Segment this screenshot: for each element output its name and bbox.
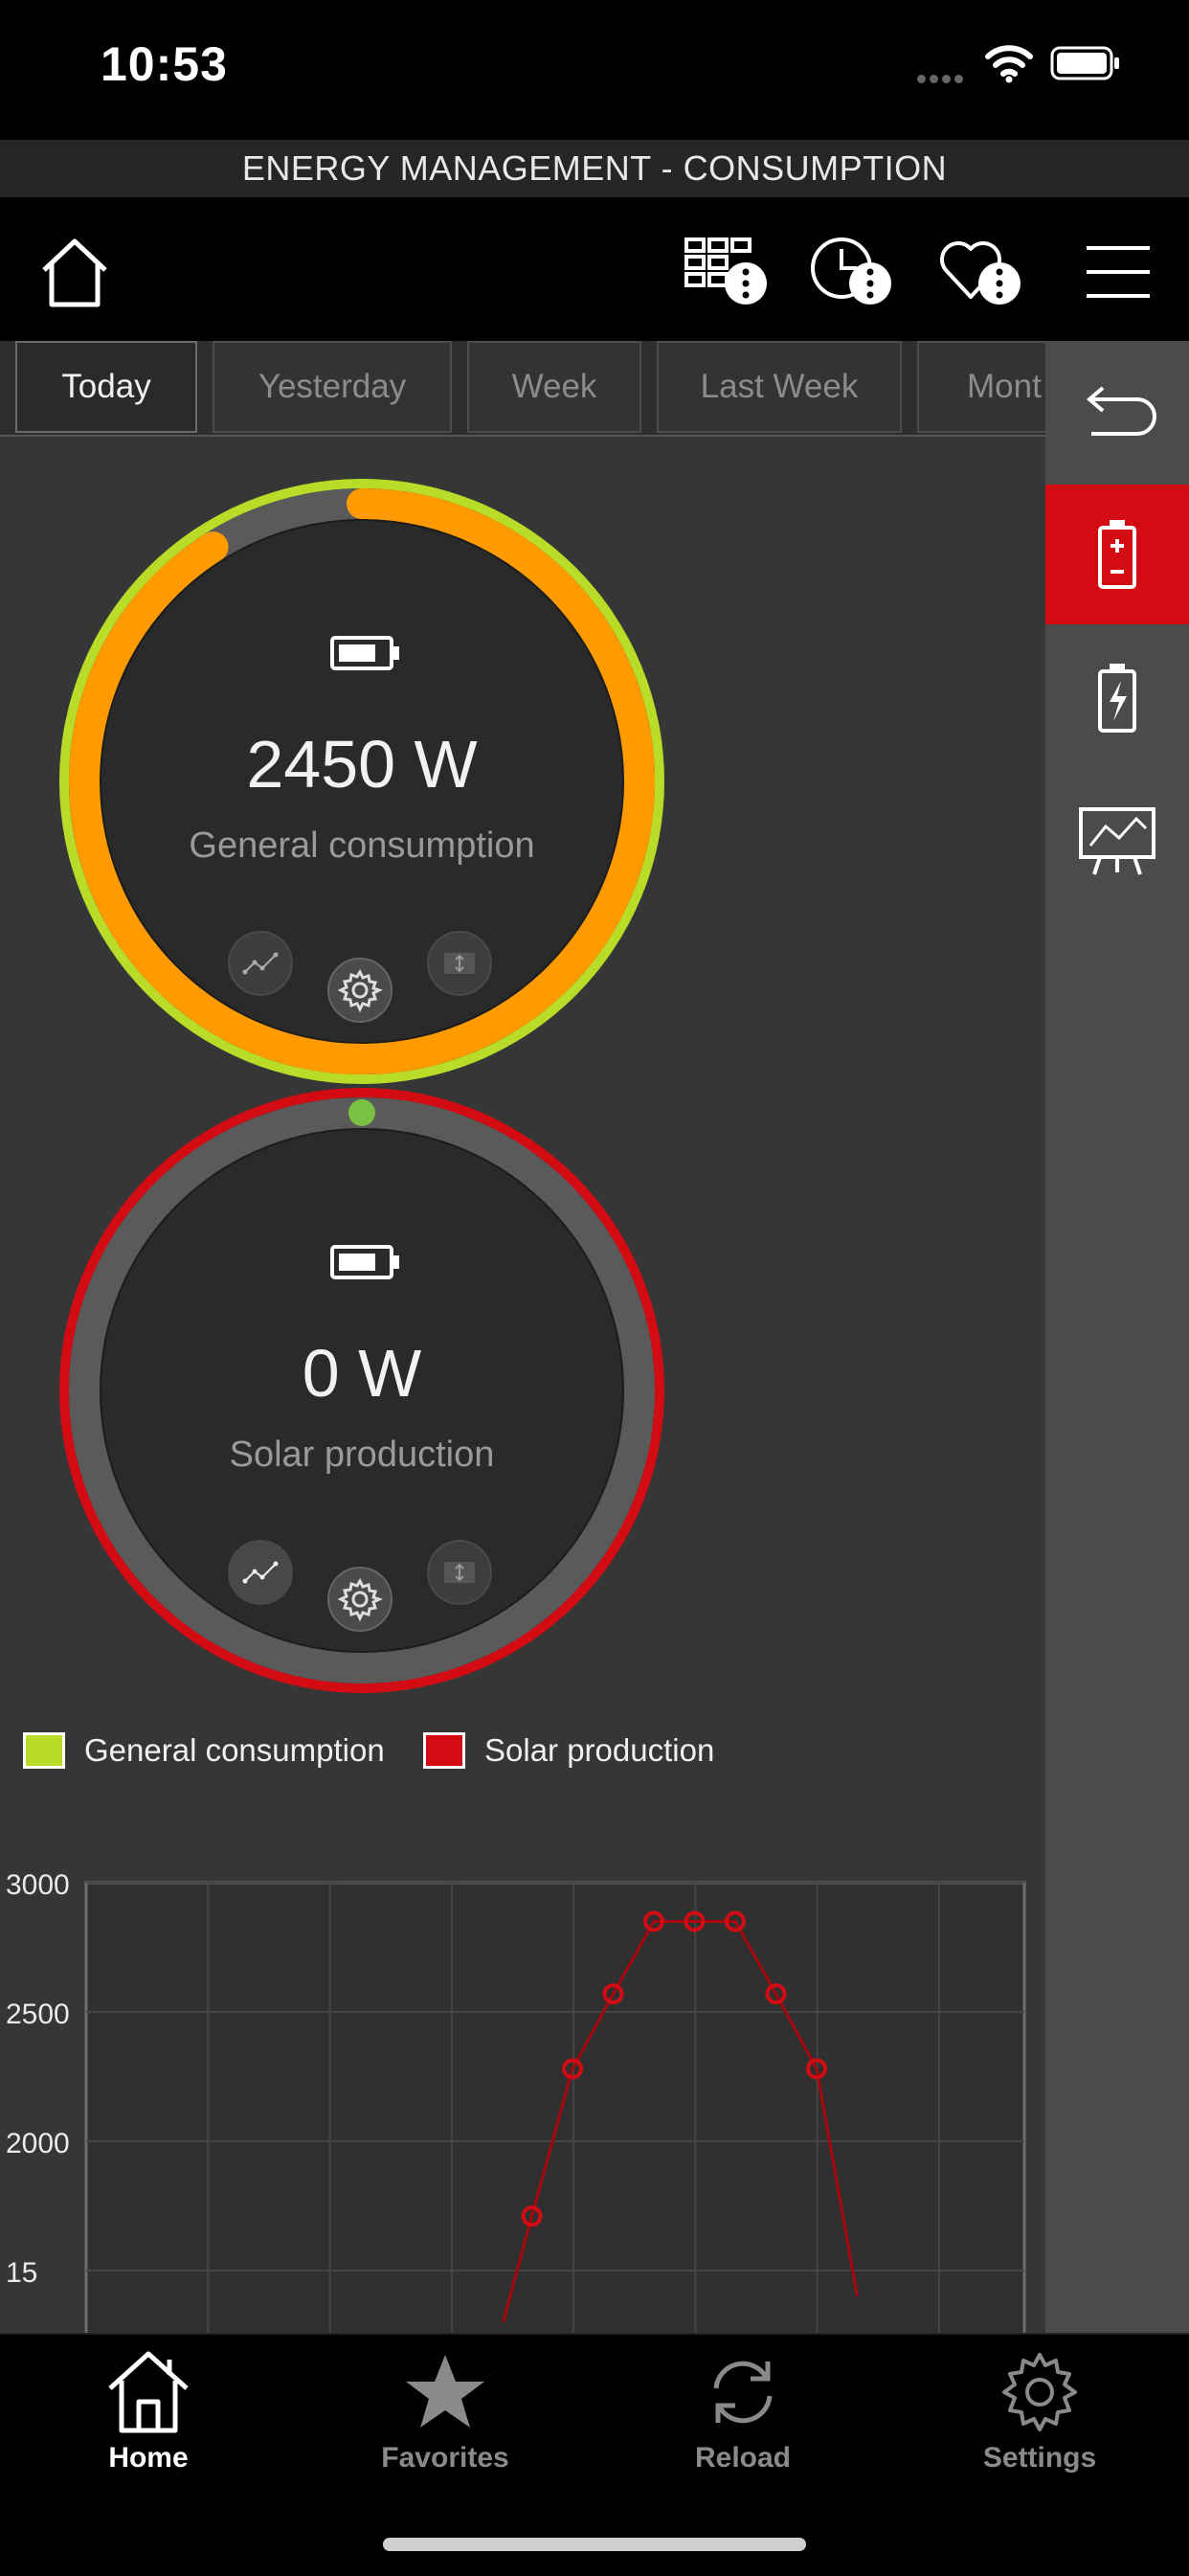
battery-charging-icon — [1098, 664, 1136, 733]
energy-line-chart: 3000 2500 2000 15 — [6, 1869, 1026, 2333]
nav-reload[interactable]: Reload — [647, 2344, 839, 2488]
legend-item-consumption: General consumption — [23, 1729, 385, 1772]
range-button[interactable] — [427, 931, 492, 996]
gauge-settings-button[interactable] — [327, 1567, 393, 1632]
legend-swatch — [23, 1732, 65, 1769]
nav-label: Favorites — [381, 2442, 509, 2474]
chart-board-icon — [1079, 807, 1155, 875]
y-tick-label: 15 — [6, 2257, 37, 2289]
legend-label: General consumption — [84, 1732, 385, 1768]
range-button[interactable] — [427, 1540, 492, 1605]
home-icon[interactable] — [29, 226, 121, 318]
plot-area — [84, 1881, 1026, 2333]
top-toolbar — [0, 197, 1189, 341]
back-arrow-icon — [1086, 386, 1156, 436]
production-indicator-dot — [348, 1099, 375, 1126]
trend-chart-button[interactable] — [228, 931, 293, 996]
nav-favorites[interactable]: Favorites — [349, 2344, 541, 2488]
general-consumption-gauge[interactable]: 2450 W General consumption — [56, 475, 668, 1088]
nav-label: Home — [108, 2442, 189, 2474]
y-tick-label: 2000 — [6, 2128, 70, 2159]
trend-chart-button[interactable] — [228, 1540, 293, 1605]
legend-label: Solar production — [484, 1732, 715, 1768]
production-value: 0 W — [302, 1336, 422, 1411]
back-button[interactable] — [1045, 341, 1189, 481]
home-indicator — [383, 2538, 806, 2551]
page-title: ENERGY MANAGEMENT - CONSUMPTION — [0, 140, 1189, 197]
nav-settings[interactable]: Settings — [944, 2344, 1135, 2488]
tab-last-week[interactable]: Last Week — [657, 341, 902, 433]
consumption-value: 2450 W — [246, 727, 478, 802]
tab-month[interactable]: Mont — [917, 341, 1045, 433]
tab-yesterday[interactable]: Yesterday — [213, 341, 452, 433]
status-time: 10:53 — [101, 37, 228, 91]
wifi-icon — [985, 45, 1033, 83]
reload-icon — [713, 2361, 773, 2424]
tab-today[interactable]: Today — [15, 341, 197, 433]
sidebar-item-charts[interactable] — [1045, 772, 1189, 912]
gauge-settings-button[interactable] — [327, 958, 393, 1023]
star-icon — [406, 2355, 484, 2428]
clock-more-icon[interactable] — [804, 226, 896, 318]
hamburger-menu-icon[interactable] — [1072, 226, 1164, 318]
period-tabs: Today Yesterday Week Last Week Mont — [0, 341, 1045, 437]
main-content: Today Yesterday Week Last Week Mont 2450… — [0, 341, 1045, 2333]
battery-icon — [330, 1245, 399, 1279]
nav-label: Reload — [694, 2442, 792, 2474]
y-tick-label: 3000 — [6, 1869, 70, 1901]
right-sidebar — [1045, 341, 1189, 2333]
battery-icon — [330, 636, 399, 670]
nav-home[interactable]: Home — [53, 2344, 244, 2488]
production-label: Solar production — [229, 1435, 495, 1475]
y-tick-label: 2500 — [6, 1999, 70, 2030]
chart-legend: General consumption Solar production — [23, 1729, 980, 1777]
legend-swatch — [423, 1732, 465, 1769]
consumption-label: General consumption — [189, 825, 535, 866]
sidebar-item-charging[interactable] — [1045, 628, 1189, 768]
gear-icon — [1002, 2353, 1077, 2431]
heart-more-icon[interactable] — [933, 226, 1025, 318]
nav-label: Settings — [982, 2442, 1097, 2474]
battery-status-icon — [1050, 46, 1119, 80]
home-icon — [108, 2351, 189, 2433]
status-bar: 10:53 — [0, 0, 1189, 139]
solar-production-gauge[interactable]: 0 W Solar production — [56, 1084, 668, 1697]
cellular-signal-icon — [917, 71, 967, 88]
grid-more-icon[interactable] — [680, 226, 772, 318]
legend-item-production: Solar production — [423, 1729, 714, 1772]
sidebar-item-battery[interactable] — [1045, 485, 1189, 624]
tab-week[interactable]: Week — [467, 341, 641, 433]
battery-plus-minus-icon — [1098, 520, 1136, 589]
